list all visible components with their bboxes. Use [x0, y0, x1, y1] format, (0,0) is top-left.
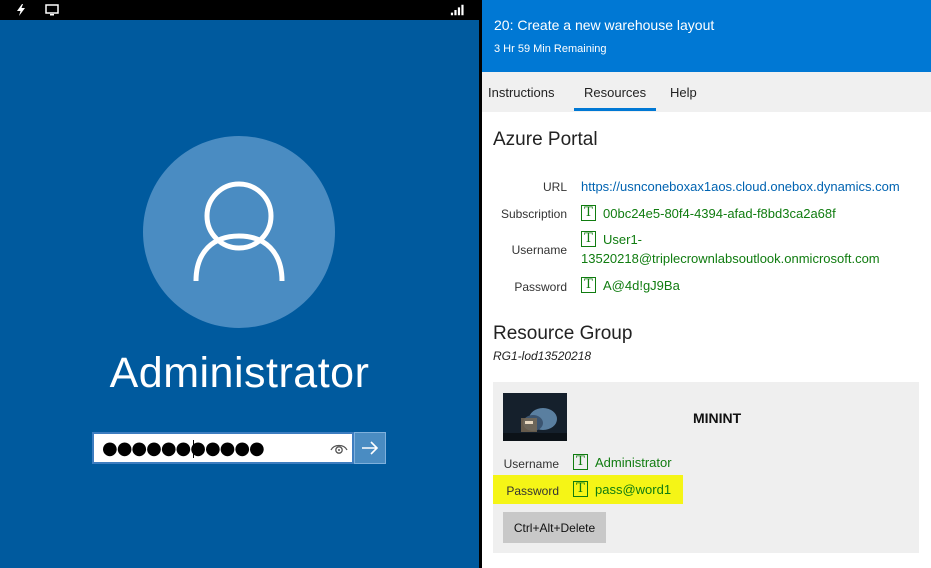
vm-password-input[interactable]: ●●●●●●●●●●● [92, 432, 354, 464]
password-label: Password [514, 280, 567, 294]
eye-icon[interactable] [330, 441, 348, 457]
url-label: URL [542, 180, 567, 194]
resource-group-name: RG1-lod13520218 [493, 349, 592, 363]
lab-tabs: Instructions Resources Help [482, 72, 931, 112]
vm-username-label: Username [503, 457, 559, 471]
azure-url-link[interactable]: https://usnconeboxax1aos.cloud.onebox.dy… [581, 179, 900, 194]
lock-screen-username: Administrator [109, 349, 370, 397]
lab-panel: 20: Create a new warehouse layout 3 Hr 5… [482, 0, 931, 568]
vm-username-value[interactable]: Administrator [595, 455, 672, 470]
type-text-icon[interactable]: T [581, 231, 596, 247]
lab-header: 20: Create a new warehouse layout 3 Hr 5… [482, 0, 931, 72]
active-tab-indicator [574, 108, 656, 111]
azure-portal-heading: Azure Portal [493, 129, 598, 150]
signal-icon [450, 4, 464, 16]
vm-password-label: Password [506, 484, 559, 498]
azure-username-value[interactable]: User1- [603, 232, 642, 247]
password-masked-value: ●●●●●●●●●●● [102, 438, 265, 459]
vm-thumbnail[interactable] [503, 393, 567, 441]
azure-username-value-cont[interactable]: 13520218@triplecrownlabsoutlook.onmicros… [581, 251, 880, 266]
type-text-icon[interactable]: T [573, 454, 588, 470]
subscription-value[interactable]: 00bc24e5-80f4-4394-afad-f8bd3ca2a68f [603, 206, 836, 221]
subscription-label: Subscription [500, 207, 567, 221]
monitor-icon [45, 4, 59, 16]
type-text-icon[interactable]: T [581, 205, 596, 221]
tab-help[interactable]: Help [670, 85, 697, 100]
vm-thumbnail-image [503, 393, 567, 441]
time-remaining: 3 Hr 59 Min Remaining [494, 43, 607, 55]
vm-lock-screen: Administrator ●●●●●●●●●●● [0, 0, 479, 568]
submit-password-button[interactable] [354, 432, 386, 464]
tab-resources[interactable]: Resources [584, 85, 646, 100]
tab-instructions[interactable]: Instructions [488, 85, 554, 100]
resource-group-heading: Resource Group [493, 323, 633, 344]
user-avatar [143, 136, 335, 328]
screen: Administrator ●●●●●●●●●●● 20: Create a n… [0, 0, 931, 568]
azure-password-value[interactable]: A@4d!gJ9Ba [603, 278, 680, 293]
type-text-icon[interactable]: T [581, 277, 596, 293]
vm-name: MININT [693, 410, 742, 426]
text-caret [193, 440, 194, 458]
username-label: Username [511, 243, 567, 257]
vm-password-value[interactable]: pass@word1 [595, 482, 671, 497]
lab-title: 20: Create a new warehouse layout [494, 17, 715, 33]
user-silhouette-icon [193, 181, 285, 282]
vm-status-bar [0, 0, 479, 20]
type-text-icon[interactable]: T [573, 481, 588, 497]
charging-icon [17, 4, 25, 16]
arrow-right-icon [362, 441, 379, 455]
vm-card: MININT Username T Administrator Password… [493, 382, 919, 553]
ctrl-alt-delete-button[interactable]: Ctrl+Alt+Delete [503, 512, 606, 543]
